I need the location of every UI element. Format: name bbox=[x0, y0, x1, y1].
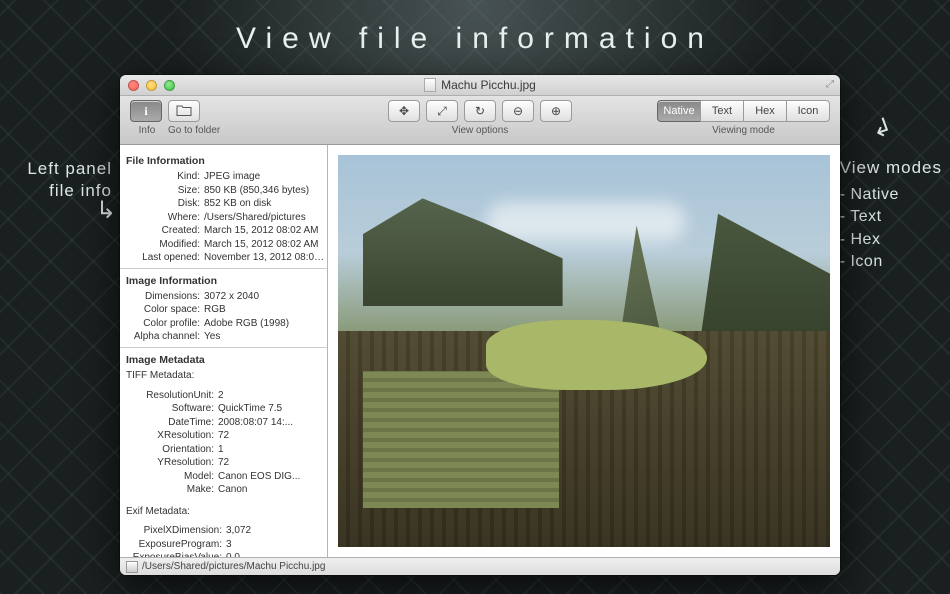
mode-hex-button[interactable]: Hex bbox=[743, 100, 787, 122]
mode-text-button[interactable]: Text bbox=[700, 100, 744, 122]
view-options-label: View options bbox=[452, 125, 509, 136]
info-row: Alpha channel:Yes bbox=[126, 330, 325, 344]
annotation-left-line1: Left panel bbox=[12, 158, 112, 180]
window-title-text: Machu Picchu.jpg bbox=[441, 78, 536, 92]
mode-item: - Native bbox=[840, 184, 942, 206]
mode-item: - Text bbox=[840, 206, 942, 228]
rotate-button[interactable]: ↻ bbox=[464, 100, 496, 122]
move-icon: ✥ bbox=[399, 104, 409, 118]
toolbar-left-group: i Info Go to folder bbox=[130, 100, 250, 136]
info-row: Color profile:Adobe RGB (1998) bbox=[126, 317, 325, 331]
window-title: Machu Picchu.jpg bbox=[120, 78, 840, 92]
titlebar[interactable]: Machu Picchu.jpg ⤢ bbox=[120, 75, 840, 96]
arrow-left-icon: ↳ bbox=[96, 196, 116, 225]
document-icon bbox=[424, 78, 436, 92]
exif-label: Exif Metadata: bbox=[126, 505, 325, 519]
status-bar: /Users/Shared/pictures/Machu Picchu.jpg bbox=[120, 557, 840, 575]
toolbar-right-group: Native Text Hex Icon Viewing mode bbox=[657, 100, 830, 136]
viewing-mode-label: Viewing mode bbox=[712, 125, 775, 136]
info-row: Disk:852 KB on disk bbox=[126, 197, 325, 211]
mode-native-button[interactable]: Native bbox=[657, 100, 701, 122]
tiff-label: TIFF Metadata: bbox=[126, 369, 325, 383]
info-row: DateTime:2008:08:07 14:... bbox=[126, 416, 325, 430]
info-row: Size:850 KB (850,346 bytes) bbox=[126, 184, 325, 198]
info-row: Kind:JPEG image bbox=[126, 170, 325, 184]
image-viewport[interactable] bbox=[328, 145, 840, 557]
folder-icon bbox=[176, 104, 192, 119]
image-info-heading: Image Information bbox=[126, 274, 325, 288]
mode-item: - Icon bbox=[840, 251, 942, 273]
annotation-right-title: View modes bbox=[840, 158, 942, 178]
fullscreen-icon[interactable]: ⤢ bbox=[826, 79, 834, 90]
mode-item: - Hex bbox=[840, 229, 942, 251]
info-row: ResolutionUnit:2 bbox=[126, 389, 325, 403]
info-row: Software:QuickTime 7.5 bbox=[126, 402, 325, 416]
app-window: Machu Picchu.jpg ⤢ i Info Go to folder bbox=[120, 75, 840, 575]
info-icon: i bbox=[144, 104, 147, 119]
info-row: Color space:RGB bbox=[126, 303, 325, 317]
info-row: Created:March 15, 2012 08:02 AM bbox=[126, 224, 325, 238]
info-row: XResolution:72 bbox=[126, 429, 325, 443]
photo-content bbox=[338, 155, 830, 547]
content-area: File Information Kind:JPEG image Size:85… bbox=[120, 145, 840, 557]
info-row: Model:Canon EOS DIG... bbox=[126, 470, 325, 484]
info-row: Orientation:1 bbox=[126, 443, 325, 457]
info-row: ExposureProgram:3 bbox=[126, 538, 325, 552]
arrow-right-icon: ↳ bbox=[868, 111, 897, 145]
goto-label: Go to folder bbox=[168, 125, 220, 136]
zoom-out-icon: ⊖ bbox=[513, 104, 523, 118]
expand-icon: ⤢ bbox=[437, 104, 447, 119]
file-icon bbox=[126, 561, 138, 573]
promo-heading: View file information bbox=[0, 22, 950, 56]
zoom-in-icon: ⊕ bbox=[551, 104, 561, 118]
zoom-in-button[interactable]: ⊕ bbox=[540, 100, 572, 122]
info-row: Last opened:November 13, 2012 08:00 AM bbox=[126, 251, 325, 265]
toolbar-center-group: ✥ ⤢ ↻ ⊖ ⊕ View options bbox=[388, 100, 572, 136]
annotation-right: View modes - Native - Text - Hex - Icon bbox=[840, 158, 942, 274]
mode-icon-button[interactable]: Icon bbox=[786, 100, 830, 122]
info-row: Where:/Users/Shared/pictures bbox=[126, 211, 325, 225]
rotate-icon: ↻ bbox=[475, 104, 485, 118]
info-row: YResolution:72 bbox=[126, 456, 325, 470]
go-to-folder-button[interactable] bbox=[168, 100, 200, 122]
toolbar: i Info Go to folder ✥ ⤢ ↻ ⊖ ⊕ bbox=[120, 96, 840, 145]
pan-button[interactable]: ✥ bbox=[388, 100, 420, 122]
info-button[interactable]: i bbox=[130, 100, 162, 122]
info-sidebar[interactable]: File Information Kind:JPEG image Size:85… bbox=[120, 145, 328, 557]
info-row: Dimensions:3072 x 2040 bbox=[126, 290, 325, 304]
zoom-out-button[interactable]: ⊖ bbox=[502, 100, 534, 122]
annotation-right-list: - Native - Text - Hex - Icon bbox=[840, 184, 942, 274]
info-row: Modified:March 15, 2012 08:02 AM bbox=[126, 238, 325, 252]
file-info-heading: File Information bbox=[126, 154, 325, 168]
fit-button[interactable]: ⤢ bbox=[426, 100, 458, 122]
info-label: Info bbox=[130, 125, 164, 136]
status-path: /Users/Shared/pictures/Machu Picchu.jpg bbox=[142, 561, 325, 572]
info-row: PixelXDimension:3,072 bbox=[126, 524, 325, 538]
info-row: Make:Canon bbox=[126, 483, 325, 497]
metadata-heading: Image Metadata bbox=[126, 353, 325, 367]
